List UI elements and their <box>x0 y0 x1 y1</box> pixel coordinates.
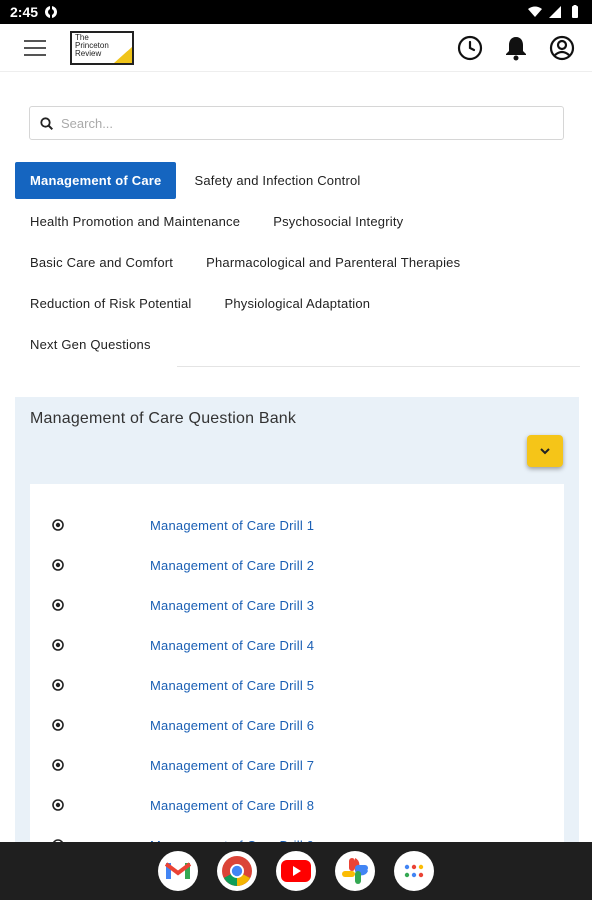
question-bank-panel: Management of Care Question Bank Managem… <box>15 397 579 857</box>
search-box[interactable] <box>29 106 564 140</box>
list-item: Management of Care Drill 3 <box>30 585 564 625</box>
search-input[interactable] <box>61 115 541 131</box>
list-item: Management of Care Drill 7 <box>30 745 564 785</box>
tab-reduction-risk-potential[interactable]: Reduction of Risk Potential <box>15 285 206 322</box>
list-item: Management of Care Drill 6 <box>30 705 564 745</box>
drill-link-6[interactable]: Management of Care Drill 6 <box>150 718 314 733</box>
drill-link-4[interactable]: Management of Care Drill 4 <box>150 638 314 653</box>
battery-icon <box>572 5 578 18</box>
target-bullet-icon <box>52 639 64 651</box>
list-item: Management of Care Drill 5 <box>30 665 564 705</box>
status-bar: 2:45 <box>0 0 592 24</box>
logo-triangle <box>114 46 132 63</box>
tab-management-of-care[interactable]: Management of Care <box>15 162 177 199</box>
drill-list: Management of Care Drill 1 Management of… <box>30 484 564 857</box>
drill-link-2[interactable]: Management of Care Drill 2 <box>150 558 314 573</box>
chrome-icon[interactable] <box>217 851 257 891</box>
tab-psychosocial-integrity[interactable]: Psychosocial Integrity <box>255 203 418 240</box>
target-bullet-icon <box>52 719 64 731</box>
drill-link-3[interactable]: Management of Care Drill 3 <box>150 598 314 613</box>
tab-safety-infection-control[interactable]: Safety and Infection Control <box>176 162 375 199</box>
target-bullet-icon <box>52 519 64 531</box>
target-bullet-icon <box>52 679 64 691</box>
tab-pharmacological-therapies[interactable]: Pharmacological and Parenteral Therapies <box>188 244 475 281</box>
tabs-divider <box>177 366 580 367</box>
menu-icon[interactable] <box>24 39 46 56</box>
app-dock <box>0 842 592 900</box>
list-item: Management of Care Drill 4 <box>30 625 564 665</box>
wifi-icon <box>528 6 542 17</box>
list-item: Management of Care Drill 1 <box>30 505 564 545</box>
drill-link-7[interactable]: Management of Care Drill 7 <box>150 758 314 773</box>
gmail-icon[interactable] <box>158 851 198 891</box>
tab-health-promotion[interactable]: Health Promotion and Maintenance <box>15 203 255 240</box>
target-bullet-icon <box>52 559 64 571</box>
vpn-icon <box>45 6 58 18</box>
history-icon[interactable] <box>456 34 484 62</box>
notifications-bell-icon[interactable] <box>502 34 530 62</box>
status-time: 2:45 <box>10 4 39 20</box>
tab-physiological-adaptation[interactable]: Physiological Adaptation <box>206 285 385 322</box>
drill-link-1[interactable]: Management of Care Drill 1 <box>150 518 314 533</box>
tab-basic-care-comfort[interactable]: Basic Care and Comfort <box>15 244 188 281</box>
app-drawer-icon[interactable] <box>394 851 434 891</box>
tab-next-gen-questions[interactable]: Next Gen Questions <box>15 326 166 363</box>
signal-icon <box>549 6 561 18</box>
photos-icon[interactable] <box>335 851 375 891</box>
account-icon[interactable] <box>548 34 576 62</box>
list-item: Management of Care Drill 8 <box>30 785 564 825</box>
search-icon <box>40 116 53 130</box>
list-item: Management of Care Drill 2 <box>30 545 564 585</box>
question-bank-title: Management of Care Question Bank <box>30 410 297 427</box>
drill-link-8[interactable]: Management of Care Drill 8 <box>150 798 314 813</box>
collapse-toggle-button[interactable] <box>527 435 563 467</box>
target-bullet-icon <box>52 599 64 611</box>
drill-link-5[interactable]: Management of Care Drill 5 <box>150 678 314 693</box>
app-bar: The Princeton Review <box>0 24 592 72</box>
princeton-review-logo[interactable]: The Princeton Review <box>70 30 134 65</box>
target-bullet-icon <box>52 799 64 811</box>
youtube-icon[interactable] <box>276 851 316 891</box>
category-tabs: Management of Care Safety and Infection … <box>15 160 580 365</box>
target-bullet-icon <box>52 759 64 771</box>
logo-text: The Princeton Review <box>75 32 109 58</box>
chevron-down-icon <box>540 448 550 455</box>
